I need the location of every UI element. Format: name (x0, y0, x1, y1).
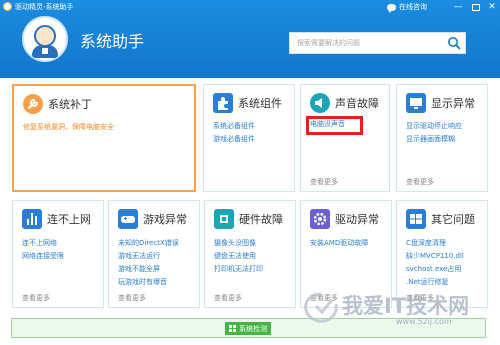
card-no-network[interactable]: 连不上网 连不上网络 网络连接受限 查看更多 (12, 200, 104, 308)
search-icon[interactable] (447, 36, 461, 50)
card-link[interactable]: 游戏无法运行 (118, 251, 160, 261)
card-title: 声音故障 (335, 97, 379, 110)
app-logo-icon (3, 2, 12, 11)
close-button[interactable]: ✕ (486, 1, 498, 13)
card-link[interactable]: .Net运行修复 (406, 277, 449, 287)
online-consult-label: 在线咨询 (399, 3, 427, 11)
card-link[interactable]: 游戏不能全屏 (118, 264, 160, 274)
see-more-link[interactable]: 查看更多 (118, 293, 146, 303)
card-link[interactable]: 键盘无法使用 (214, 251, 256, 261)
card-link[interactable]: 安装AMD驱动故障 (310, 238, 368, 248)
puzzle-icon (213, 93, 233, 113)
card-link[interactable]: 未知的DirectX错误 (118, 238, 179, 248)
assistant-avatar-icon (22, 16, 68, 62)
card-link[interactable]: 玩游戏时有爆音 (118, 277, 167, 287)
header-banner: 驱动精灵-系统助手 在线咨询 — ✕ 系统助手 (0, 0, 500, 78)
card-game-fault[interactable]: 游戏异常 未知的DirectX错误 游戏无法运行 游戏不能全屏 玩游戏时有爆音 … (108, 200, 200, 308)
page-title: 系统助手 (80, 32, 145, 51)
card-title: 系统组件 (238, 97, 282, 110)
card-link[interactable]: 系统必备组件 (213, 121, 255, 131)
see-more-link[interactable]: 查看更多 (310, 177, 338, 187)
maximize-button[interactable] (469, 1, 481, 13)
card-title: 显示异常 (431, 97, 475, 110)
windows-icon (229, 325, 236, 332)
windows-icon (406, 209, 426, 229)
card-link[interactable]: svchost.exe占用 (406, 264, 461, 274)
card-link[interactable]: 游戏必备组件 (213, 134, 255, 144)
card-link[interactable]: 修复系统漏洞，保障电脑安全 (23, 122, 114, 132)
card-hardware-fault[interactable]: 硬件故障 摄像头没图像 键盘无法使用 打印机无法打印 查看更多 (204, 200, 296, 308)
chat-bubble-icon (387, 3, 396, 13)
card-title: 驱动异常 (335, 213, 379, 226)
speaker-icon (310, 93, 330, 113)
card-system-components[interactable]: 系统组件 系统必备组件 游戏必备组件 (203, 84, 295, 192)
wrench-icon (23, 94, 43, 114)
annotation-highlight-box (306, 116, 363, 135)
card-system-patch[interactable]: 系统补丁 修复系统漏洞，保障电脑安全 (12, 84, 196, 192)
gamepad-icon (118, 209, 138, 229)
card-title: 连不上网 (47, 213, 91, 226)
window-title: 驱动精灵-系统助手 (15, 3, 74, 11)
online-consult-link[interactable]: 在线咨询 (387, 1, 427, 13)
monitor-icon (406, 93, 426, 113)
card-title: 硬件故障 (239, 213, 283, 226)
card-sound-fault[interactable]: 声音故障 电脑没声音 查看更多 (300, 84, 390, 192)
system-detect-label: 系统检测 (239, 324, 267, 333)
card-link[interactable]: 显示驱动停止响应 (406, 121, 462, 131)
search-box (289, 32, 466, 54)
card-link[interactable]: C盘深度清理 (406, 238, 446, 248)
see-more-link[interactable]: 查看更多 (406, 293, 434, 303)
search-input[interactable] (290, 33, 440, 53)
card-link[interactable]: 打印机无法打印 (214, 264, 263, 274)
see-more-link[interactable]: 查看更多 (214, 293, 242, 303)
network-icon (22, 209, 42, 229)
card-link[interactable]: 摄像头没图像 (214, 238, 256, 248)
card-link[interactable]: 缺少MVCP110.dll (406, 251, 464, 261)
see-more-link[interactable]: 查看更多 (406, 177, 434, 187)
card-title: 其它问题 (431, 213, 475, 226)
minimize-button[interactable]: — (452, 1, 464, 13)
system-detect-button-inner: 系统检测 (225, 322, 271, 335)
system-detect-button[interactable]: 系统检测 (11, 318, 486, 338)
title-bar: 驱动精灵-系统助手 在线咨询 — ✕ (0, 0, 500, 14)
see-more-link[interactable]: 查看更多 (22, 293, 50, 303)
card-other-issues[interactable]: 其它问题 C盘深度清理 缺少MVCP110.dll svchost.exe占用 … (396, 200, 488, 308)
card-driver-fault[interactable]: 驱动异常 安装AMD驱动故障 查看更多 (300, 200, 392, 308)
card-title: 系统补丁 (48, 98, 92, 111)
card-link[interactable]: 连不上网络 (22, 238, 57, 248)
card-link[interactable]: 显示器画面模糊 (406, 134, 455, 144)
see-more-link[interactable]: 查看更多 (310, 293, 338, 303)
chip-icon (214, 209, 234, 229)
card-display-fault[interactable]: 显示异常 显示驱动停止响应 显示器画面模糊 查看更多 (396, 84, 488, 192)
card-link[interactable]: 网络连接受限 (22, 251, 64, 261)
gear-icon (310, 209, 330, 229)
card-title: 游戏异常 (143, 213, 187, 226)
